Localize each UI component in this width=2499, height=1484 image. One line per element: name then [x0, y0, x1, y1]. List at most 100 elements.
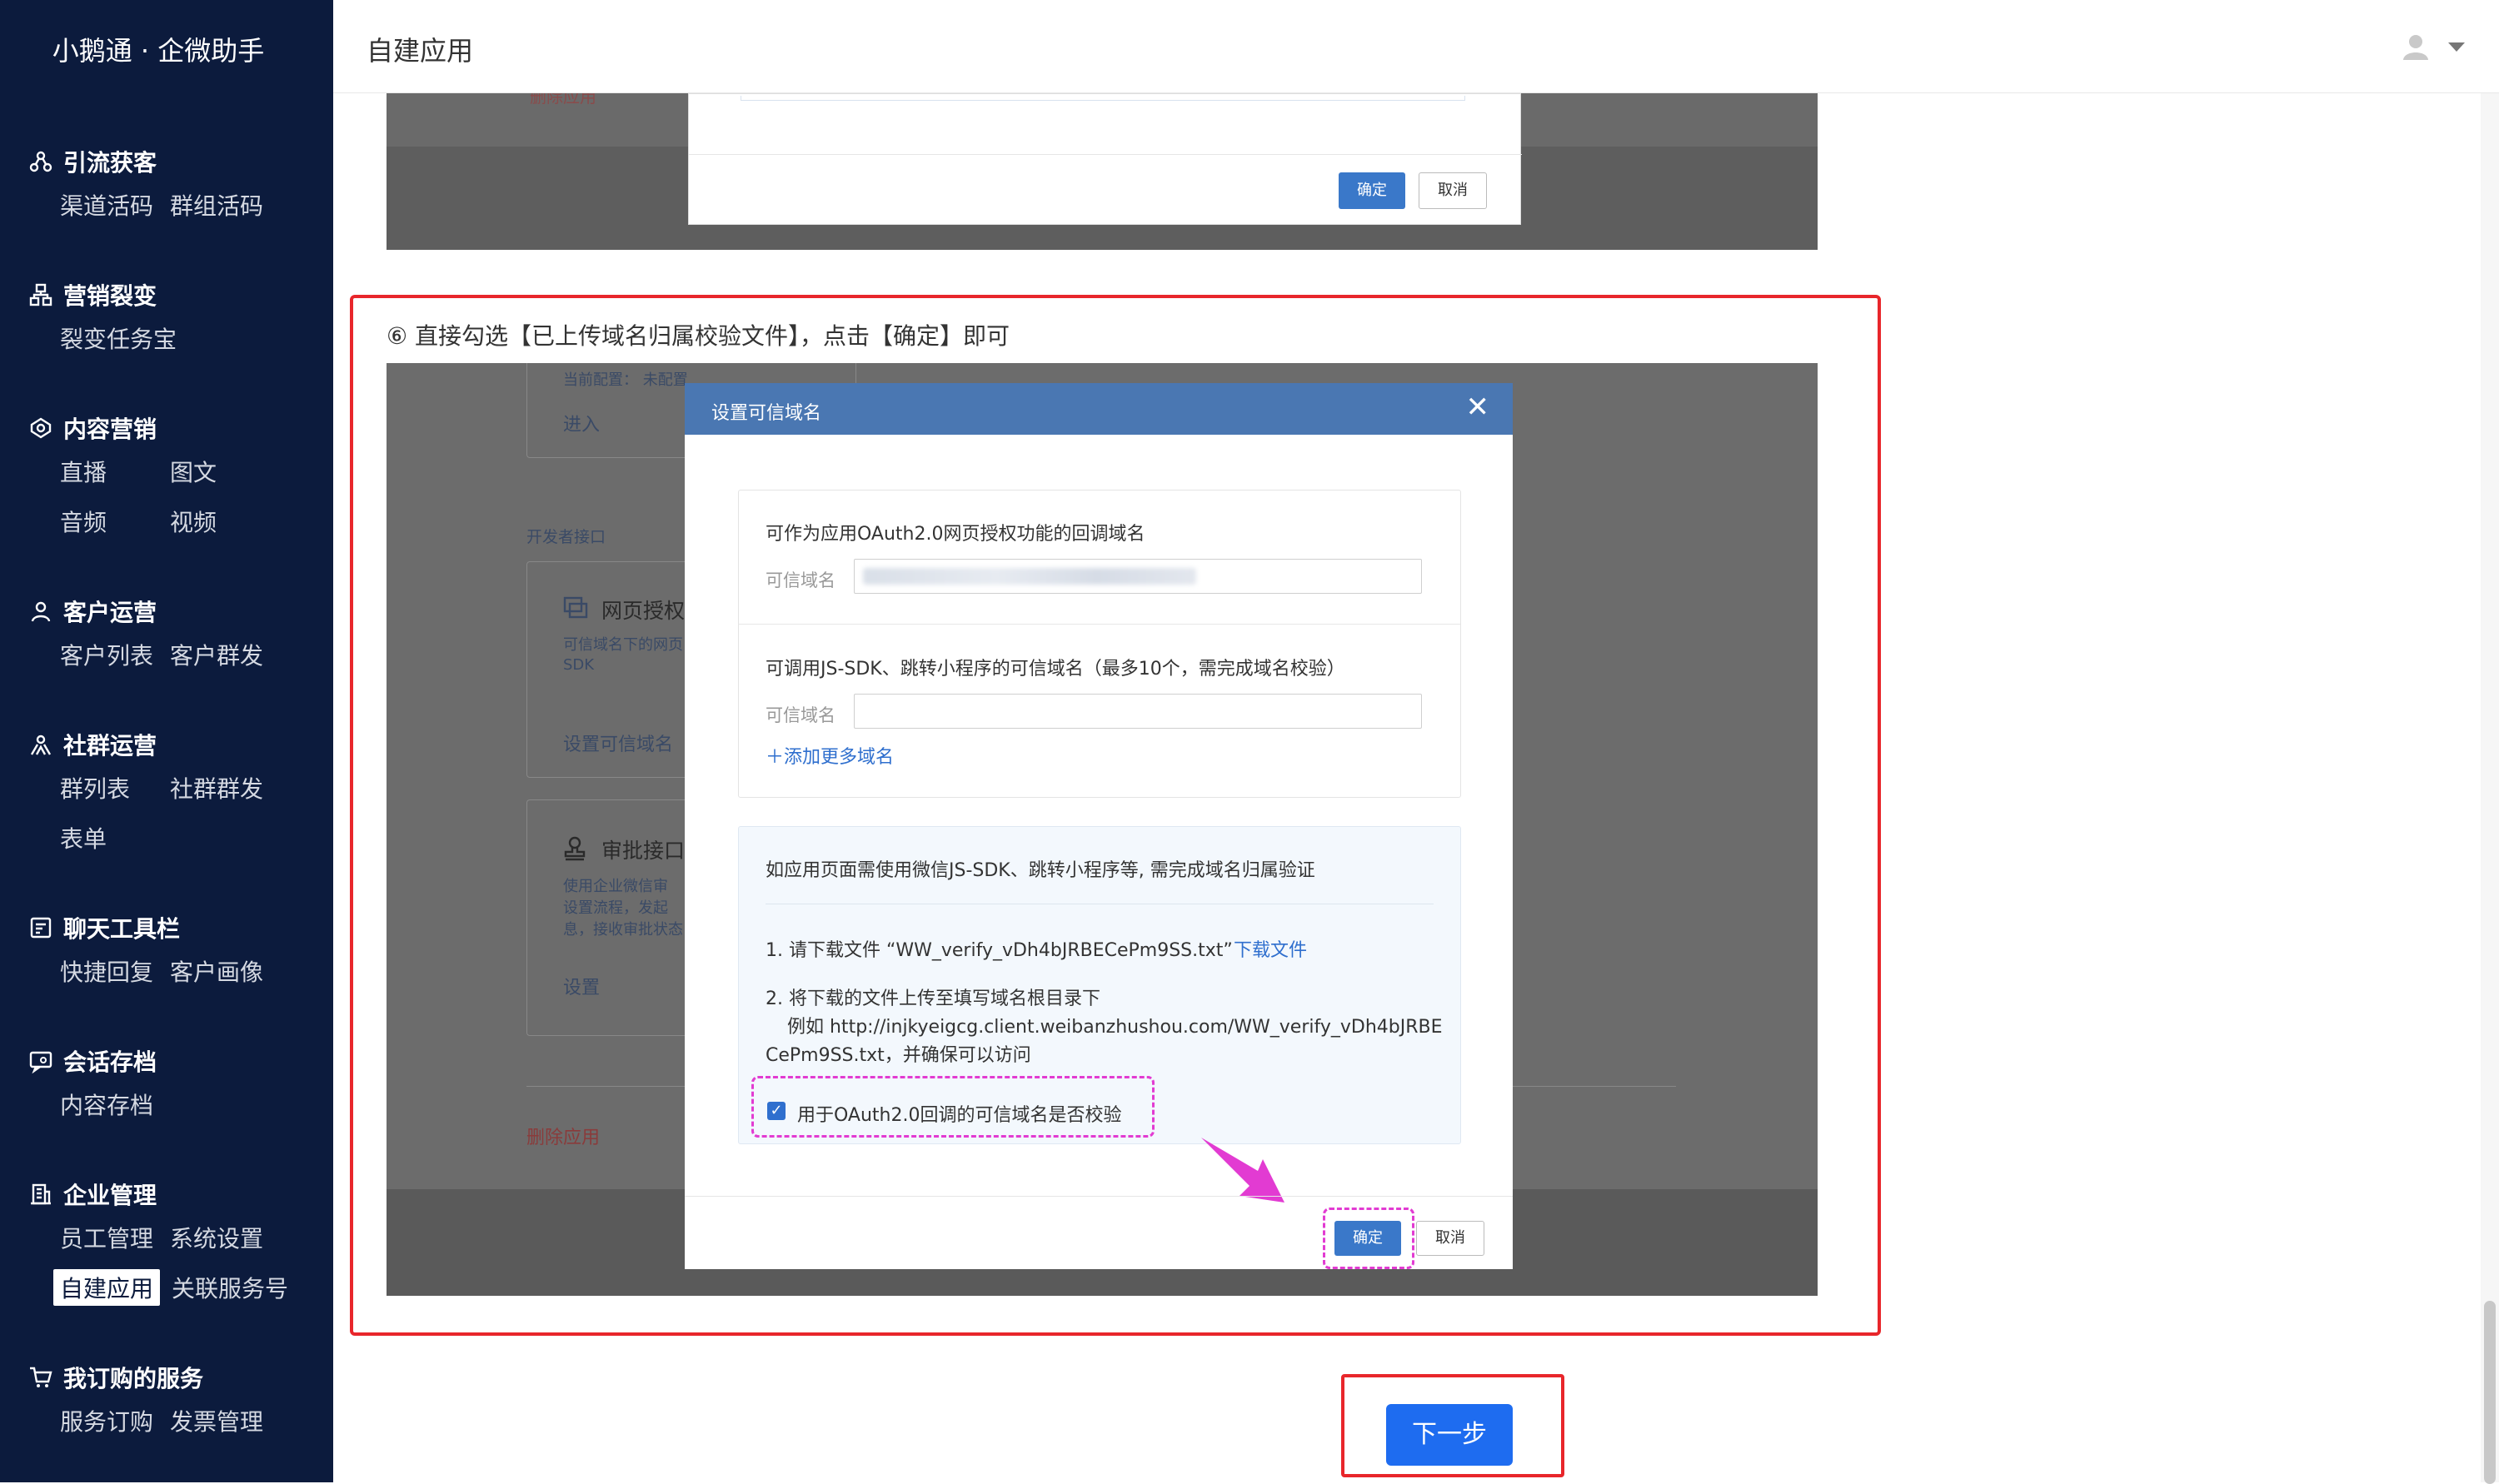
- bg-approval-desc: 息，接收审批状态: [563, 921, 683, 939]
- scrollbar[interactable]: [2481, 93, 2499, 1484]
- jssdk-domain-input[interactable]: [854, 694, 1422, 729]
- sidebar-item-live[interactable]: 直播: [60, 455, 170, 488]
- dialog-header: 设置可信域名 ✕: [685, 383, 1513, 435]
- jssdk-domain-label: 可信域名: [766, 705, 835, 725]
- broadcast-icon: [28, 416, 53, 441]
- sidebar-item-settings[interactable]: 系统设置: [170, 1221, 280, 1254]
- sidebar-section-fission: 营销裂变 裂变任务宝: [28, 276, 177, 363]
- dialog-footer-divider: [689, 154, 1522, 155]
- sidebar-item-video[interactable]: 视频: [170, 505, 280, 538]
- sidebar-item-group-qrcode[interactable]: 群组活码: [170, 188, 280, 222]
- oauth-domain-input[interactable]: [854, 559, 1422, 594]
- dialog-confirm-button[interactable]: 确定: [1334, 1221, 1401, 1256]
- building-icon: [28, 1182, 53, 1207]
- sidebar-section-chat-toolbar: 聊天工具栏 快捷回复 客户画像: [28, 909, 280, 996]
- dialog-footer-divider: [685, 1196, 1513, 1197]
- sidebar-section-title: 客户运营: [63, 599, 157, 626]
- chevron-down-icon: [2447, 41, 2466, 57]
- delete-app-link: 删除应用: [530, 93, 596, 107]
- bg-web-auth-title: 网页授权: [601, 599, 686, 623]
- window-icon: [563, 596, 588, 623]
- sidebar-item-group-list[interactable]: 群列表: [60, 771, 170, 804]
- sidebar-item-article[interactable]: 图文: [170, 455, 280, 488]
- sidebar-section-title: 会话存档: [63, 1048, 157, 1076]
- sidebar-item-customer-profile[interactable]: 客户画像: [170, 954, 280, 988]
- next-step-button[interactable]: 下一步: [1386, 1404, 1513, 1466]
- sidebar-section-title: 我订购的服务: [63, 1365, 204, 1392]
- verification-title: 如应用页面需使用微信JS-SDK、跳转小程序等, 需完成域名归属验证: [766, 860, 1315, 881]
- chat-archive-icon: [28, 1048, 53, 1073]
- sidebar-item-custom-app[interactable]: 自建应用: [53, 1269, 161, 1306]
- sidebar: 小鹅通 · 企微助手 引流获客 渠道活码 群组活码 营销裂变 裂变任务宝 内容营…: [0, 0, 333, 1482]
- dialog-title: 设置可信域名: [711, 403, 822, 424]
- sidebar-section-archive: 会话存档 内容存档: [28, 1043, 170, 1129]
- sidebar-section-community: 社群运营 群列表 社群群发 表单: [28, 726, 280, 863]
- user-menu[interactable]: [2401, 32, 2466, 65]
- sidebar-item-content-archive[interactable]: 内容存档: [60, 1088, 170, 1121]
- checkbox-highlight: [751, 1076, 1155, 1138]
- dialog-cancel-button[interactable]: 取消: [1416, 1221, 1484, 1256]
- verification-example-url-cont: CePm9SS.txt，并确保可以访问: [766, 1045, 1031, 1066]
- sidebar-section-header[interactable]: 聊天工具栏: [28, 909, 280, 946]
- oauth-domain-label: 可信域名: [766, 570, 835, 590]
- screenshot-input-field: [741, 96, 1465, 101]
- blurred-domain-value: [863, 568, 1196, 585]
- sidebar-item-customer-broadcast[interactable]: 客户群发: [170, 638, 280, 671]
- sidebar-section-customer: 客户运营 客户列表 客户群发: [28, 593, 280, 680]
- bg-approval-title: 审批接口: [601, 839, 686, 863]
- bg-approval-desc: 使用企业微信审: [563, 878, 668, 895]
- sidebar-section-title: 引流获客: [63, 149, 157, 177]
- jssdk-section-title: 可调用JS-SDK、跳转小程序的可信域名（最多10个，需完成域名校验）: [766, 659, 1345, 680]
- trusted-domain-dialog: 设置可信域名 ✕ 可作为应用OAuth2.0网页授权功能的回调域名 可信域名 可…: [685, 383, 1513, 1269]
- pointer-arrow-icon: [1198, 1134, 1291, 1209]
- verification-example-url: 例如 http://injkyeigcg.client.weibanzhusho…: [787, 1017, 1443, 1038]
- sidebar-section-subscriptions: 我订购的服务 服务订购 发票管理: [28, 1359, 280, 1446]
- add-more-domains-link[interactable]: ＋添加更多域名: [766, 742, 894, 769]
- toolbar-icon: [28, 915, 53, 940]
- sidebar-section-header[interactable]: 引流获客: [28, 143, 280, 180]
- person-icon: [28, 599, 53, 624]
- avatar-icon: [2401, 32, 2431, 65]
- screenshot-dialog: 确定 取消: [688, 93, 1522, 225]
- domain-config-box: 可作为应用OAuth2.0网页授权功能的回调域名 可信域名 可调用JS-SDK、…: [738, 490, 1461, 798]
- section-divider: [739, 624, 1460, 625]
- screenshot-cancel-button: 取消: [1419, 172, 1487, 209]
- bg-set-domain-link: 设置可信域名: [563, 735, 674, 755]
- bg-approval-desc: 设置流程，发起: [563, 899, 668, 917]
- sidebar-section-header[interactable]: 社群运营: [28, 726, 280, 763]
- sidebar-section-header[interactable]: 企业管理: [28, 1176, 282, 1213]
- sidebar-item-audio[interactable]: 音频: [60, 505, 170, 538]
- sidebar-item-quick-reply[interactable]: 快捷回复: [60, 954, 170, 988]
- sidebar-section-enterprise: 企业管理 员工管理 系统设置 自建应用 关联服务号: [28, 1176, 288, 1312]
- sidebar-item-customer-list[interactable]: 客户列表: [60, 638, 170, 671]
- download-file-link[interactable]: 下载文件: [1234, 935, 1307, 962]
- sidebar-item-group-broadcast[interactable]: 社群群发: [170, 771, 280, 804]
- screenshot-confirm-button: 确定: [1339, 172, 1405, 209]
- page-title: 自建应用: [367, 35, 474, 67]
- close-icon[interactable]: ✕: [1466, 393, 1490, 421]
- verification-step-1: 1. 请下载文件 “WW_verify_vDh4bJRBECePm9SS.txt…: [766, 940, 1233, 961]
- sidebar-section-header[interactable]: 营销裂变: [28, 276, 170, 313]
- bg-web-auth-desc: 可信域名下的网页: [563, 636, 683, 654]
- sidebar-item-staff[interactable]: 员工管理: [60, 1221, 170, 1254]
- sidebar-section-acquisition: 引流获客 渠道活码 群组活码: [28, 143, 280, 230]
- bg-setting-link: 设置: [563, 978, 601, 998]
- sidebar-section-title: 企业管理: [63, 1182, 157, 1209]
- sidebar-section-header[interactable]: 会话存档: [28, 1043, 170, 1079]
- top-bar: 自建应用: [333, 0, 2499, 93]
- sidebar-section-title: 聊天工具栏: [63, 915, 181, 943]
- sidebar-item-service-order[interactable]: 服务订购: [60, 1404, 170, 1437]
- sidebar-section-title: 营销裂变: [63, 282, 157, 310]
- stamp-icon: [563, 836, 586, 864]
- sidebar-section-header[interactable]: 我订购的服务: [28, 1359, 280, 1396]
- sidebar-section-title: 内容营销: [63, 416, 157, 443]
- sidebar-item-invoice[interactable]: 发票管理: [170, 1404, 280, 1437]
- scrollbar-thumb[interactable]: [2484, 1301, 2496, 1484]
- sidebar-item-fission-task[interactable]: 裂变任务宝: [60, 321, 177, 355]
- sidebar-item-form[interactable]: 表单: [60, 821, 170, 854]
- sidebar-item-channel-qrcode[interactable]: 渠道活码: [60, 188, 170, 222]
- sidebar-section-header[interactable]: 内容营销: [28, 410, 280, 446]
- sidebar-section-header[interactable]: 客户运营: [28, 593, 280, 630]
- sidebar-item-linked-account[interactable]: 关联服务号: [172, 1271, 288, 1304]
- sidebar-section-content: 内容营销 直播 图文 音频 视频: [28, 410, 280, 546]
